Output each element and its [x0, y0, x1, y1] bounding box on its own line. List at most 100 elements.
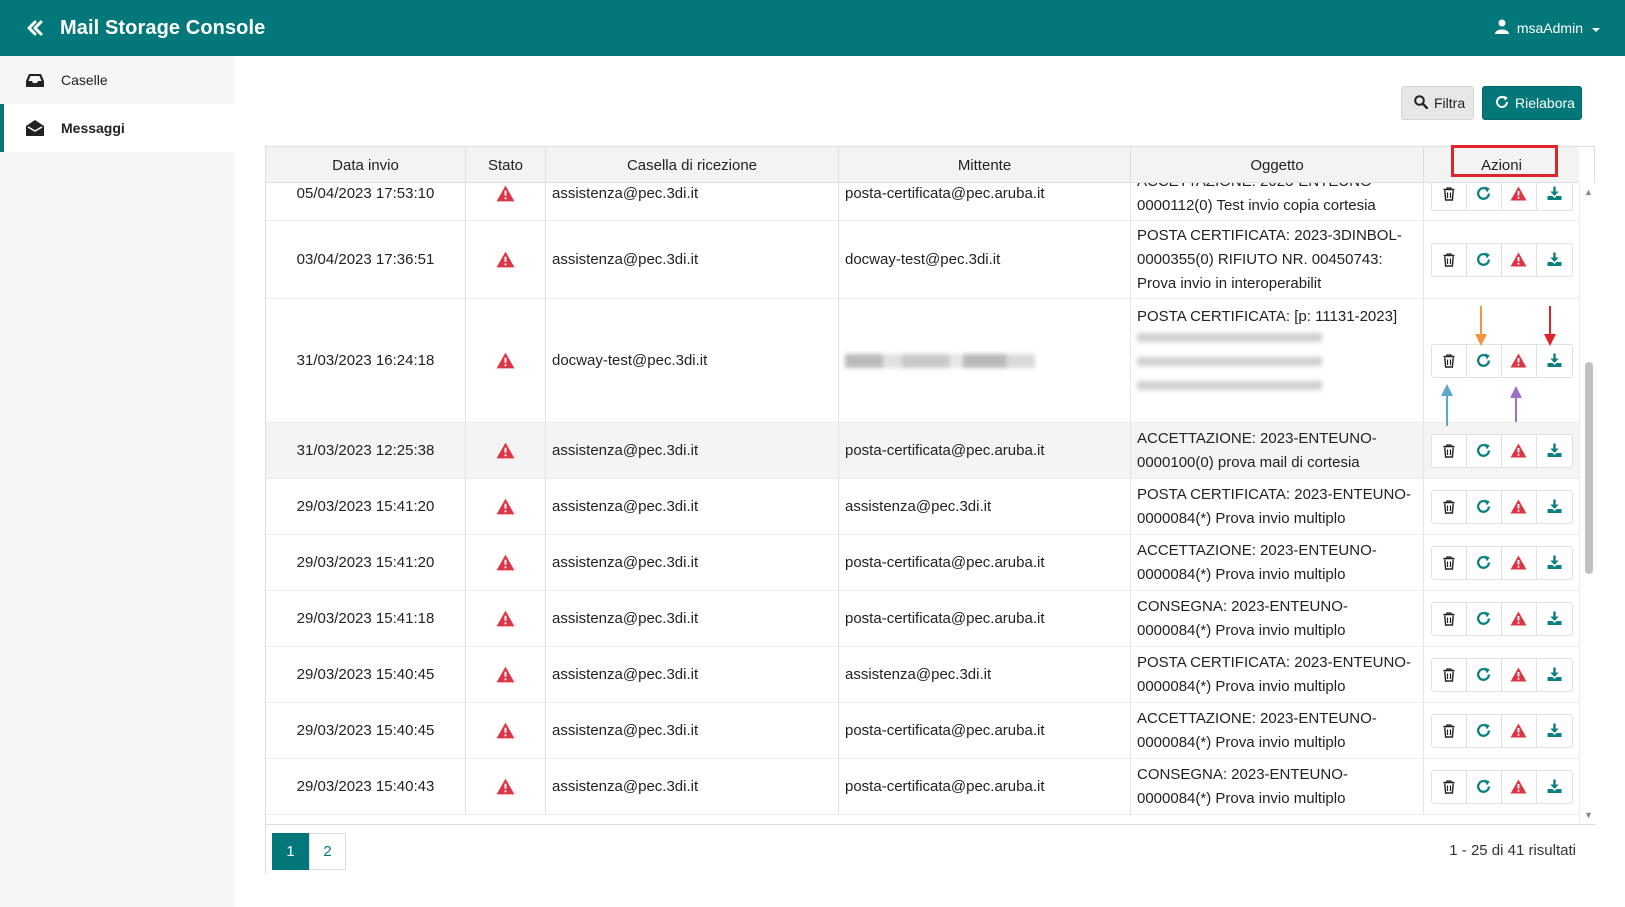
scroll-down-arrow-icon[interactable]: ▼ [1584, 810, 1593, 820]
reprocess-button[interactable]: Rielabora [1482, 86, 1582, 120]
warning-icon [1510, 443, 1527, 458]
delete-button[interactable] [1432, 770, 1467, 803]
table-row[interactable]: 31/03/2023 12:25:38 assistenza@pec.3di.it… [266, 423, 1579, 479]
results-summary: 1 - 25 di 41 risultati [1449, 842, 1576, 859]
reprocess-row-button[interactable] [1467, 434, 1502, 467]
reprocess-row-button[interactable] [1467, 344, 1502, 377]
download-icon [1547, 443, 1562, 458]
cell-data-invio: 05/04/2023 17:53:10 [266, 183, 466, 220]
oggetto-line: POSTA CERTIFICATA: [p: 11131-2023] [1137, 308, 1398, 325]
cell-oggetto: ACCETTAZIONE: 2023-ENTEUNO- 0000100(0) pr… [1131, 423, 1424, 478]
reprocess-row-button[interactable] [1467, 490, 1502, 523]
column-header-mittente[interactable]: Mittente [839, 147, 1131, 183]
error-details-button[interactable] [1502, 546, 1537, 579]
reload-icon [1476, 499, 1491, 514]
error-details-button[interactable] [1502, 602, 1537, 635]
delete-button[interactable] [1432, 183, 1467, 210]
page-2-button[interactable]: 2 [309, 833, 346, 870]
download-button[interactable] [1537, 603, 1572, 635]
row-actions-group [1430, 343, 1573, 378]
double-chevron-left-icon[interactable] [26, 19, 44, 37]
download-button[interactable] [1537, 547, 1572, 579]
table-row[interactable]: 03/04/2023 17:36:51 assistenza@pec.3di.it… [266, 221, 1579, 299]
column-header-casella[interactable]: Casella di ricezione [546, 147, 839, 183]
table-row[interactable]: 29/03/2023 15:40:45 assistenza@pec.3di.it… [266, 647, 1579, 703]
download-button[interactable] [1537, 491, 1572, 523]
download-button[interactable] [1537, 659, 1572, 691]
column-header-stato[interactable]: Stato [466, 147, 546, 183]
error-details-button[interactable] [1502, 490, 1537, 523]
cell-data-invio: 29/03/2023 15:41:20 [266, 479, 466, 534]
delete-button[interactable] [1432, 714, 1467, 747]
reload-icon [1476, 353, 1491, 368]
reprocess-row-button[interactable] [1467, 602, 1502, 635]
error-details-button[interactable] [1502, 770, 1537, 803]
table-row[interactable]: 29/03/2023 15:40:45 assistenza@pec.3di.it… [266, 703, 1579, 759]
download-button[interactable] [1537, 771, 1572, 803]
download-button[interactable] [1537, 715, 1572, 747]
sidebar-item-caselle[interactable]: Caselle [0, 56, 235, 104]
column-header-oggetto[interactable]: Oggetto [1131, 147, 1424, 183]
column-header-data-invio[interactable]: Data invio [266, 147, 466, 183]
error-details-button[interactable] [1502, 183, 1537, 210]
delete-button[interactable] [1432, 344, 1467, 377]
sidebar-item-messaggi[interactable]: Messaggi [0, 104, 235, 152]
status-warning-icon [496, 251, 515, 268]
sidebar-item-label: Caselle [61, 72, 108, 88]
table-row[interactable]: 29/03/2023 15:41:20 assistenza@pec.3di.it… [266, 535, 1579, 591]
oggetto-line: 0000084(*) Prova invio multiplo [1137, 677, 1346, 695]
error-details-button[interactable] [1502, 714, 1537, 747]
row-actions-group [1430, 657, 1573, 692]
download-button[interactable] [1537, 435, 1572, 467]
table-row[interactable]: 29/03/2023 15:40:43 assistenza@pec.3di.it… [266, 759, 1579, 815]
cell-data-invio: 31/03/2023 16:24:18 [266, 299, 466, 422]
vertical-scrollbar[interactable]: ▲ ▼ [1579, 183, 1596, 824]
reprocess-row-button[interactable] [1467, 183, 1502, 210]
delete-button[interactable] [1432, 546, 1467, 579]
cell-data-invio: 29/03/2023 15:41:18 [266, 591, 466, 646]
cell-oggetto: ACCETTAZIONE: 2023-ENTEUNO- 0000112(0) Te… [1131, 183, 1424, 220]
download-icon [1547, 499, 1562, 514]
table-row[interactable]: 29/03/2023 15:41:18 assistenza@pec.3di.it… [266, 591, 1579, 647]
delete-button[interactable] [1432, 602, 1467, 635]
table-row[interactable]: 29/03/2023 15:41:20 assistenza@pec.3di.it… [266, 479, 1579, 535]
reload-icon [1476, 667, 1491, 682]
warning-icon [1510, 611, 1527, 626]
cell-stato [466, 299, 546, 422]
download-button[interactable] [1537, 244, 1572, 276]
warning-icon [1510, 779, 1527, 794]
error-details-button[interactable] [1502, 344, 1537, 377]
error-details-button[interactable] [1502, 658, 1537, 691]
error-details-button[interactable] [1502, 434, 1537, 467]
download-button[interactable] [1537, 345, 1572, 377]
page-1-button[interactable]: 1 [272, 833, 309, 870]
reprocess-row-button[interactable] [1467, 243, 1502, 276]
error-details-button[interactable] [1502, 243, 1537, 276]
reprocess-row-button[interactable] [1467, 770, 1502, 803]
table-row[interactable]: 31/03/2023 16:24:18 docway-test@pec.3di.i… [266, 299, 1579, 423]
reprocess-row-button[interactable] [1467, 658, 1502, 691]
scrollbar-thumb[interactable] [1585, 362, 1593, 574]
delete-button[interactable] [1432, 243, 1467, 276]
oggetto-line: Prova invio in interoperabilit [1137, 274, 1322, 292]
trash-icon [1443, 667, 1455, 682]
delete-button[interactable] [1432, 490, 1467, 523]
scroll-up-arrow-icon[interactable]: ▲ [1584, 187, 1593, 197]
user-menu[interactable]: msaAdmin [1494, 0, 1601, 56]
sidebar: Caselle Messaggi [0, 56, 235, 907]
filter-button[interactable]: Filtra [1401, 86, 1474, 120]
delete-button[interactable] [1432, 658, 1467, 691]
download-button[interactable] [1537, 183, 1572, 210]
table-body-viewport[interactable]: 05/04/2023 17:53:10 assistenza@pec.3di.it… [266, 183, 1579, 824]
cell-stato [466, 221, 546, 298]
delete-button[interactable] [1432, 434, 1467, 467]
table-row[interactable]: 05/04/2023 17:53:10 assistenza@pec.3di.it… [266, 183, 1579, 221]
oggetto-line: CONSEGNA: 2023-ENTEUNO- [1137, 597, 1348, 615]
cell-oggetto: POSTA CERTIFICATA: [p: 11131-2023] [1131, 299, 1424, 422]
cell-stato [466, 479, 546, 534]
cell-oggetto: CONSEGNA: 2023-ENTEUNO- 0000084(*) Prova … [1131, 591, 1424, 646]
reprocess-row-button[interactable] [1467, 546, 1502, 579]
filter-label: Filtra [1434, 95, 1466, 111]
reprocess-row-button[interactable] [1467, 714, 1502, 747]
cell-casella: assistenza@pec.3di.it [546, 479, 839, 534]
